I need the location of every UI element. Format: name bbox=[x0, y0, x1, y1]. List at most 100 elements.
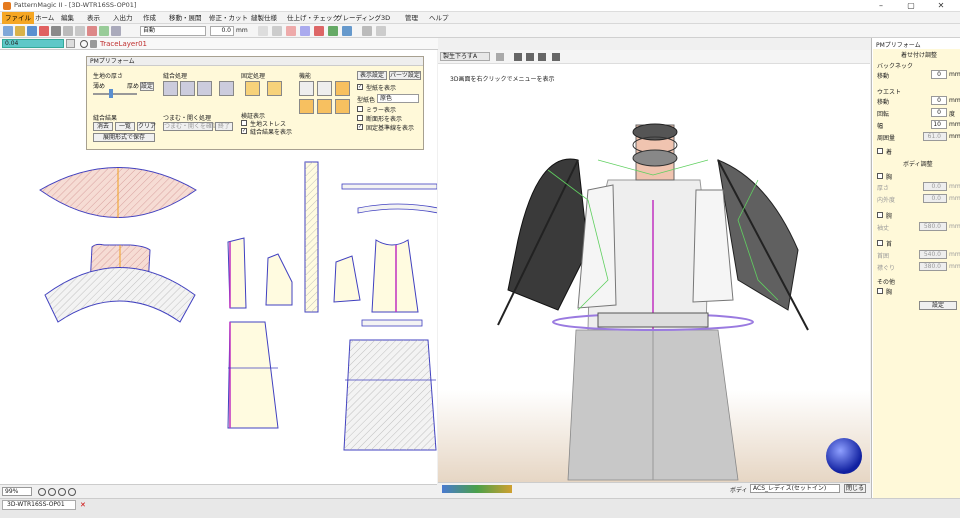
paste-icon[interactable] bbox=[111, 26, 121, 36]
neck-label: 首 bbox=[886, 241, 893, 248]
zoom-out-icon[interactable] bbox=[48, 488, 56, 496]
redo-icon[interactable] bbox=[51, 26, 61, 36]
save-icon[interactable] bbox=[27, 26, 37, 36]
arm-checkbox[interactable] bbox=[877, 212, 883, 218]
layer-dropdown-icon[interactable] bbox=[66, 39, 75, 48]
3d-view-icons[interactable] bbox=[442, 485, 512, 493]
unpin-icon[interactable] bbox=[267, 81, 282, 96]
tool-icon-d[interactable] bbox=[300, 26, 310, 36]
select-icon[interactable] bbox=[75, 26, 85, 36]
fold-check-button[interactable]: つまむ・開くを確認 bbox=[163, 122, 218, 131]
menu-3d[interactable]: 3D bbox=[378, 12, 393, 24]
chest-checkbox[interactable] bbox=[877, 173, 883, 179]
menu-home[interactable]: ホーム bbox=[32, 12, 57, 24]
hand-icon[interactable] bbox=[90, 40, 97, 48]
clear-button[interactable]: クリア bbox=[137, 122, 156, 131]
zoom-fit-icon[interactable] bbox=[58, 488, 66, 496]
3d-forward-icon[interactable] bbox=[526, 53, 534, 61]
tool-icon-b[interactable] bbox=[272, 26, 282, 36]
tool-icon-a[interactable] bbox=[258, 26, 268, 36]
menu-create[interactable]: 作成 bbox=[140, 12, 159, 24]
body-select[interactable]: ACS_レディス(セットイン) bbox=[750, 484, 840, 493]
thickness-slider-handle[interactable] bbox=[109, 89, 113, 98]
stop-icon[interactable] bbox=[197, 81, 212, 96]
layer-name-field[interactable]: 0.04 bbox=[2, 39, 64, 48]
tab-close-icon[interactable]: ✕ bbox=[80, 501, 86, 509]
zoom-field[interactable]: 99% bbox=[2, 487, 32, 496]
print-icon[interactable] bbox=[63, 26, 73, 36]
thickness-set-button[interactable]: 設定 bbox=[140, 82, 154, 91]
tool-icon-g[interactable] bbox=[342, 26, 352, 36]
close-button[interactable]: ✕ bbox=[930, 0, 952, 12]
fast-forward-icon[interactable] bbox=[180, 81, 195, 96]
fold-tool-icon[interactable] bbox=[317, 99, 332, 114]
tool-icon-f[interactable] bbox=[328, 26, 338, 36]
plate-checkbox[interactable] bbox=[877, 148, 883, 154]
waist-rotate-input[interactable]: 0 bbox=[931, 108, 947, 117]
pen-icon[interactable] bbox=[317, 81, 332, 96]
layer-select[interactable]: 自動 bbox=[140, 26, 206, 36]
parts-settings-button[interactable]: パーツ設定 bbox=[389, 71, 421, 80]
eye-icon[interactable] bbox=[80, 40, 88, 48]
list-button[interactable]: 一覧 bbox=[115, 122, 135, 131]
undo-icon[interactable] bbox=[39, 26, 49, 36]
menu-modify[interactable]: 修正・カット bbox=[206, 12, 251, 24]
3d-home-icon[interactable] bbox=[496, 53, 504, 61]
triangle-icon[interactable] bbox=[335, 81, 350, 96]
new-icon[interactable] bbox=[3, 26, 13, 36]
3d-play-icon[interactable] bbox=[552, 53, 560, 61]
erase-button[interactable]: 消去 bbox=[93, 122, 113, 131]
fixed-ref-checkbox[interactable]: ✓ bbox=[357, 124, 363, 130]
display-settings-button[interactable]: 表示設定 bbox=[357, 71, 387, 80]
add-icon[interactable] bbox=[299, 81, 314, 96]
menu-move[interactable]: 移動・展開 bbox=[166, 12, 205, 24]
back-neck-move-input[interactable]: 0 bbox=[931, 70, 947, 79]
tool-icon-h[interactable] bbox=[362, 26, 372, 36]
menu-file[interactable]: ファイル bbox=[2, 12, 34, 24]
waist-move-input[interactable]: 0 bbox=[931, 96, 947, 105]
right-set-button[interactable]: 設定 bbox=[919, 301, 957, 310]
close-3d-button[interactable]: 閉じる bbox=[844, 484, 866, 493]
menu-view[interactable]: 表示 bbox=[84, 12, 103, 24]
hand-tool-icon[interactable] bbox=[299, 99, 314, 114]
thickness-slider[interactable] bbox=[93, 93, 137, 95]
stress-checkbox[interactable] bbox=[241, 120, 247, 126]
result-checkbox[interactable]: ✓ bbox=[241, 128, 247, 134]
save-expanded-button[interactable]: 展開形式で保存 bbox=[93, 133, 155, 142]
mirror-checkbox[interactable] bbox=[357, 106, 363, 112]
waist-width-input[interactable]: 10 bbox=[931, 120, 947, 129]
menu-io[interactable]: 入出力 bbox=[110, 12, 136, 24]
open-icon[interactable] bbox=[15, 26, 25, 36]
pattern-color-select[interactable]: 原色 bbox=[377, 94, 419, 103]
brush-icon[interactable] bbox=[335, 99, 350, 114]
3d-tab-label[interactable]: 製生下ろすA bbox=[440, 52, 490, 61]
play-icon[interactable] bbox=[219, 81, 234, 96]
tool-icon-c[interactable] bbox=[286, 26, 296, 36]
trace-layer-label[interactable]: TraceLayer01 bbox=[100, 40, 147, 48]
other-checkbox[interactable] bbox=[877, 288, 883, 294]
menu-help[interactable]: ヘルプ bbox=[426, 12, 452, 24]
3d-stop-icon[interactable] bbox=[538, 53, 546, 61]
maximize-button[interactable]: ▢ bbox=[900, 0, 922, 12]
tool-icon-i[interactable] bbox=[376, 26, 386, 36]
cut-icon[interactable] bbox=[87, 26, 97, 36]
neck-checkbox[interactable] bbox=[877, 240, 883, 246]
pin-icon[interactable] bbox=[245, 81, 260, 96]
zoom-in-icon[interactable] bbox=[38, 488, 46, 496]
menu-manage[interactable]: 管理 bbox=[402, 12, 421, 24]
document-tab[interactable]: 3D-WTR16SS-OP01 bbox=[2, 500, 76, 510]
show-pattern-checkbox[interactable]: ✓ bbox=[357, 84, 363, 90]
zoom-page-icon[interactable] bbox=[68, 488, 76, 496]
3d-view[interactable] bbox=[438, 50, 870, 482]
rewind-icon[interactable] bbox=[163, 81, 178, 96]
fold-end-button[interactable]: 終了 bbox=[215, 122, 233, 131]
menu-sewing[interactable]: 縫製仕様 bbox=[248, 12, 280, 24]
minimize-button[interactable]: – bbox=[870, 0, 892, 12]
3d-rewind-icon[interactable] bbox=[514, 53, 522, 61]
menu-grading[interactable]: グレーディング bbox=[333, 12, 384, 24]
copy-icon[interactable] bbox=[99, 26, 109, 36]
menu-edit[interactable]: 編集 bbox=[58, 12, 77, 24]
section-checkbox[interactable] bbox=[357, 115, 363, 121]
size-input[interactable]: 0.0 bbox=[210, 26, 234, 36]
tool-icon-e[interactable] bbox=[314, 26, 324, 36]
